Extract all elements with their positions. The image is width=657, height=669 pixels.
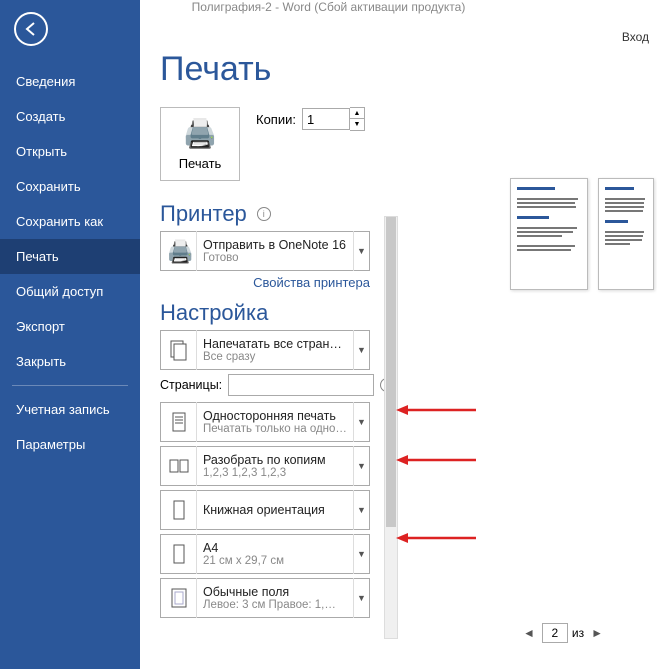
single-side-icon (161, 402, 197, 442)
prev-page-button[interactable]: ◄ (520, 626, 538, 640)
backstage-sidebar: Сведения Создать Открыть Сохранить Сохра… (0, 0, 140, 669)
spinner-down-icon[interactable]: ▼ (350, 119, 364, 130)
page-size-icon (161, 534, 197, 574)
portrait-icon (161, 490, 197, 530)
chevron-down-icon: ▼ (353, 490, 369, 530)
info-icon[interactable]: i (257, 207, 271, 221)
scrollbar-thumb[interactable] (386, 217, 396, 527)
of-label: из (572, 626, 584, 640)
printer-icon: 🖨️ (183, 117, 218, 150)
nav-export[interactable]: Экспорт (0, 309, 140, 344)
margins-line1: Обычные поля (203, 585, 347, 599)
margins-icon (161, 578, 197, 618)
pages-input[interactable] (228, 374, 374, 396)
nav-separator (12, 385, 128, 386)
spinner-up-icon[interactable]: ▲ (350, 108, 364, 119)
size-line1: A4 (203, 541, 347, 555)
page-title: Печать (160, 50, 657, 89)
preview-page-thumb[interactable] (510, 178, 588, 290)
nav-save-as[interactable]: Сохранить как (0, 204, 140, 239)
print-range-selector[interactable]: Напечатать все страницы Все сразу ▼ (160, 330, 370, 370)
print-panel: Печать 🖨️ Печать Копии: ▲ ▼ Принтер i 🖨️… (140, 40, 657, 669)
sides-line1: Односторонняя печать (203, 409, 347, 423)
nav-save[interactable]: Сохранить (0, 169, 140, 204)
settings-section-header: Настройка (160, 300, 268, 326)
chevron-down-icon: ▼ (353, 446, 369, 486)
nav-open[interactable]: Открыть (0, 134, 140, 169)
current-page-input[interactable] (542, 623, 568, 643)
print-button[interactable]: 🖨️ Печать (160, 107, 240, 181)
preview-page-thumb[interactable] (598, 178, 654, 290)
nav-share[interactable]: Общий доступ (0, 274, 140, 309)
orientation-line1: Книжная ориентация (203, 503, 347, 517)
margins-selector[interactable]: Обычные поля Левое: 3 см Правое: 1,… ▼ (160, 578, 370, 618)
printer-ready-icon: 🖨️ (161, 231, 197, 271)
pages-icon (161, 330, 197, 370)
nav-close[interactable]: Закрыть (0, 344, 140, 379)
sides-line2: Печатать только на одно… (203, 423, 347, 435)
orientation-selector[interactable]: Книжная ориентация ▼ (160, 490, 370, 530)
copies-input[interactable] (302, 108, 350, 130)
print-button-label: Печать (179, 156, 222, 171)
settings-scrollbar[interactable] (384, 216, 398, 639)
next-page-button[interactable]: ► (588, 626, 606, 640)
printer-properties-link[interactable]: Свойства принтера (160, 275, 370, 290)
nav-options[interactable]: Параметры (0, 427, 140, 462)
sides-selector[interactable]: Односторонняя печать Печатать только на … (160, 402, 370, 442)
back-button[interactable] (14, 12, 48, 46)
collate-line2: 1,2,3 1,2,3 1,2,3 (203, 467, 347, 479)
printer-section-header: Принтер (160, 201, 247, 227)
nav-account[interactable]: Учетная запись (0, 392, 140, 427)
collate-selector[interactable]: Разобрать по копиям 1,2,3 1,2,3 1,2,3 ▼ (160, 446, 370, 486)
nav-info[interactable]: Сведения (0, 64, 140, 99)
preview-page-nav: ◄ из ► (520, 623, 606, 643)
copies-spinner[interactable]: ▲ ▼ (350, 107, 365, 131)
nav-new[interactable]: Создать (0, 99, 140, 134)
copies-label: Копии: (256, 112, 296, 127)
margins-line2: Левое: 3 см Правое: 1,… (203, 599, 347, 611)
size-line2: 21 см x 29,7 см (203, 555, 347, 567)
chevron-down-icon: ▼ (353, 330, 369, 370)
printer-selector[interactable]: 🖨️ Отправить в OneNote 16 Готово ▼ (160, 231, 370, 271)
chevron-down-icon: ▼ (353, 231, 369, 271)
printer-name: Отправить в OneNote 16 (203, 238, 347, 252)
collate-line1: Разобрать по копиям (203, 453, 347, 467)
chevron-down-icon: ▼ (353, 578, 369, 618)
printer-status: Готово (203, 252, 347, 264)
arrow-left-icon (23, 21, 39, 37)
print-range-line1: Напечатать все страницы (203, 337, 347, 351)
chevron-down-icon: ▼ (353, 534, 369, 574)
collate-icon (161, 446, 197, 486)
print-range-line2: Все сразу (203, 351, 347, 363)
chevron-down-icon: ▼ (353, 402, 369, 442)
nav-print[interactable]: Печать (0, 239, 140, 274)
paper-size-selector[interactable]: A4 21 см x 29,7 см ▼ (160, 534, 370, 574)
pages-field-label: Страницы: (160, 378, 222, 392)
print-preview (510, 178, 657, 298)
